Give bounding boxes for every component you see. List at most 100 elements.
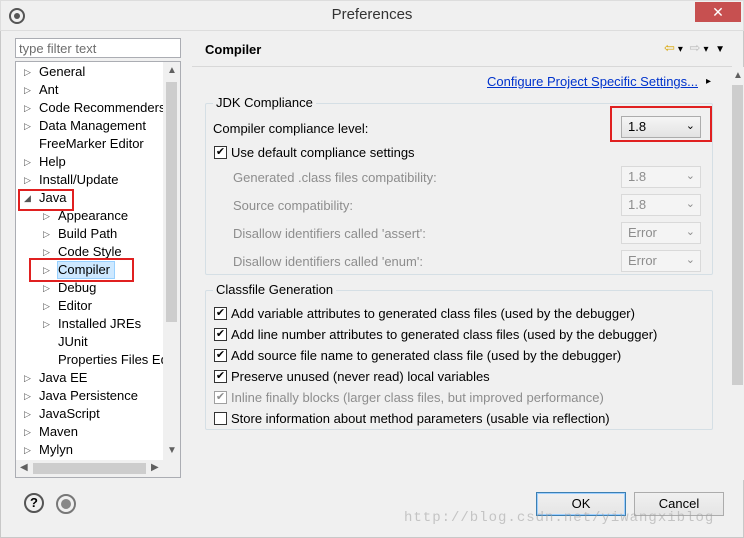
tree-item[interactable]: JUnit [16,333,164,351]
tree-item[interactable]: ▷ Install/Update [16,171,164,189]
jdk-setting-select[interactable]: Error ⌄ [621,250,701,272]
tree-horizontal-scrollbar[interactable]: ◀ ▶ [16,460,180,477]
tree-item[interactable]: Properties Files Ed [16,351,168,369]
tree-item[interactable]: FreeMarker Editor [16,135,164,153]
page-title: Compiler [205,42,262,57]
tree-item[interactable]: ▷ General [16,63,164,81]
jdk-setting-select[interactable]: 1.8 ⌄ [621,194,701,216]
tree-item-label: Code Recommenders [39,100,166,115]
classfile-generation-title: Classfile Generation [213,282,337,297]
forward-arrow-icon[interactable]: ⇨ [690,40,701,55]
tree-item-label: FreeMarker Editor [39,136,144,151]
tree-item-label: Install/Update [39,172,119,187]
classfile-option-checkbox[interactable]: ✔ [214,328,227,341]
jdk-setting-label: Generated .class files compatibility: [233,170,437,185]
classfile-option-checkbox[interactable] [214,412,227,425]
tree-item[interactable]: ▷ Build Path [16,225,164,243]
classfile-option-label: Inline finally blocks (larger class file… [231,390,604,405]
tree-item-label: Build Path [58,226,118,241]
tree-item[interactable]: ▷ Mylyn [16,441,164,459]
record-macro-icon[interactable] [55,493,77,515]
forward-dropdown-icon[interactable]: ▾ [703,44,708,55]
content-vertical-scrollbar[interactable]: ▲ [729,67,744,480]
tree-item-label: Data Management [39,118,146,133]
tree-item-label: JavaScript [39,406,100,421]
collapsed-arrow-icon[interactable]: ▷ [24,99,31,117]
tree-item-label: Java Persistence [39,388,138,403]
page-header: Compiler ⇦ ▾ ⇨ ▾ ▼ [192,33,737,66]
collapsed-arrow-icon[interactable]: ▷ [24,405,31,423]
tree-item[interactable]: ▷ Maven [16,423,164,441]
collapsed-arrow-icon[interactable]: ▷ [24,387,31,405]
jdk-compliance-group: JDK Compliance Compiler compliance level… [205,95,713,275]
tree-item[interactable]: ▷ JavaScript [16,405,164,423]
tree-vscroll-thumb[interactable] [166,82,177,322]
classfile-option-label: Preserve unused (never read) local varia… [231,369,490,384]
jdk-setting-value: 1.8 [628,197,647,212]
chevron-down-icon: ⌄ [685,226,695,238]
jdk-compliance-title: JDK Compliance [213,95,316,110]
title-bar: Preferences ✕ [0,0,744,31]
view-menu-icon[interactable]: ▼ [715,44,725,55]
content-scroll-up-icon[interactable]: ▲ [733,70,743,81]
collapsed-arrow-icon[interactable]: ▷ [24,153,31,171]
content-vscroll-thumb[interactable] [732,85,743,385]
tree-hscroll-thumb[interactable] [33,463,146,474]
back-arrow-icon[interactable]: ⇦ [664,40,675,55]
compiler-settings-pane: Configure Project Specific Settings... ▸… [192,66,744,480]
jdk-setting-label: Source compatibility: [233,198,353,213]
chevron-down-icon: ⌄ [685,254,695,266]
classfile-option-checkbox[interactable]: ✔ [214,349,227,362]
tree-item[interactable]: ▷ Java Persistence [16,387,164,405]
classfile-option-label: Store information about method parameter… [231,411,610,426]
collapsed-arrow-icon[interactable]: ▷ [43,315,50,333]
collapsed-arrow-icon[interactable]: ▷ [43,225,50,243]
collapsed-arrow-icon[interactable]: ▷ [24,81,31,99]
use-default-compliance-label: Use default compliance settings [231,145,415,160]
tree-item-label: Mylyn [39,442,73,457]
preference-tree[interactable]: ▷ General ▷ Ant ▷ Code Recommenders ▷ Data Mana… [15,61,181,478]
collapsed-arrow-icon[interactable]: ▷ [24,369,31,387]
watermark: http://blog.csdn.net/yiwangxiblog [404,510,715,526]
tree-item[interactable]: ▷ Editor [16,297,164,315]
scroll-down-icon[interactable]: ▼ [167,445,177,456]
scroll-right-icon[interactable]: ▶ [151,462,159,473]
tree-item-label: Java EE [39,370,88,385]
filter-input[interactable] [15,38,181,58]
tree-item-label: JUnit [58,334,88,349]
collapsed-arrow-icon[interactable]: ▷ [24,63,31,81]
jdk-setting-select[interactable]: Error ⌄ [621,222,701,244]
tree-item-label: Help [39,154,66,169]
close-button[interactable]: ✕ [695,2,741,22]
collapsed-arrow-icon[interactable]: ▷ [43,297,50,315]
scroll-left-icon[interactable]: ◀ [20,462,28,473]
window-title: Preferences [331,6,413,23]
classfile-option-checkbox[interactable]: ✔ [214,307,227,320]
scroll-up-icon[interactable]: ▲ [167,65,177,76]
jdk-setting-label: Disallow identifiers called 'enum': [233,254,423,269]
collapsed-arrow-icon[interactable]: ▷ [24,441,31,459]
collapsed-arrow-icon[interactable]: ▷ [24,117,31,135]
collapsed-arrow-icon[interactable]: ▷ [24,423,31,441]
classfile-option-checkbox[interactable]: ✔ [214,370,227,383]
tree-item[interactable]: ▷ Ant [16,81,164,99]
classfile-option-checkbox[interactable]: ✔ [214,391,227,404]
configure-project-specific-link[interactable]: Configure Project Specific Settings... [487,74,698,89]
tree-item[interactable]: ▷ Java EE [16,369,164,387]
jdk-setting-label: Disallow identifiers called 'assert': [233,226,426,241]
back-dropdown-icon[interactable]: ▾ [678,44,683,55]
classfile-option-label: Add line number attributes to generated … [231,327,658,342]
tree-item[interactable]: ▷ Code Recommenders [16,99,166,117]
use-default-compliance-checkbox[interactable]: ✔ [214,146,227,159]
help-icon[interactable]: ? [24,493,44,513]
tree-item[interactable]: ▷ Data Management [16,117,164,135]
classfile-option-label: Add variable attributes to generated cla… [231,306,635,321]
link-arrow-icon: ▸ [705,76,711,87]
jdk-setting-select[interactable]: 1.8 ⌄ [621,166,701,188]
chevron-down-icon: ⌄ [685,198,695,210]
collapsed-arrow-icon[interactable]: ▷ [24,171,31,189]
chevron-down-icon: ⌄ [685,170,695,182]
tree-item[interactable]: ▷ Installed JREs [16,315,164,333]
tree-vertical-scrollbar[interactable]: ▲ ▼ [163,62,180,461]
tree-item[interactable]: ▷ Help [16,153,164,171]
